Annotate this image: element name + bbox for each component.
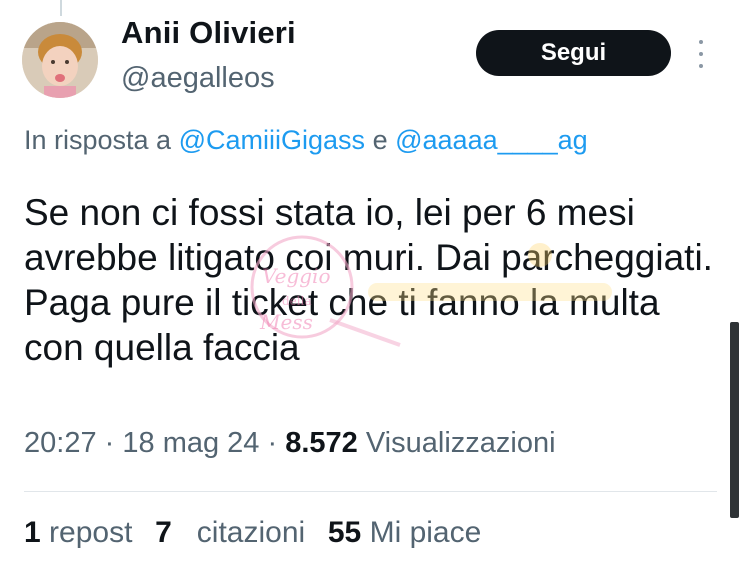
quotes-count: 7 (155, 516, 172, 549)
reposts-count: 1 (24, 516, 41, 549)
engagement-stats: 1 repost 7 citazioni 55 Mi piace (24, 516, 487, 550)
follow-button[interactable]: Segui (476, 30, 671, 76)
divider (24, 491, 717, 492)
reply-mention-2[interactable]: @aaaaa____ag (395, 125, 588, 155)
thread-connector-line (60, 0, 62, 16)
views-count: 8.572 (285, 427, 358, 459)
author-name[interactable]: Anii Olivieri (121, 15, 296, 51)
more-options-icon[interactable] (690, 36, 712, 72)
likes-count: 55 (327, 516, 362, 549)
tweet-date[interactable]: 18 mag 24 (122, 427, 259, 459)
tweet-text: Se non ci fossi stata io, lei per 6 mesi… (24, 192, 713, 368)
reposts-stat[interactable]: 1 repost (24, 516, 132, 549)
dot (699, 52, 703, 56)
scrollbar[interactable] (730, 322, 739, 518)
views-label: Visualizzazioni (365, 427, 556, 459)
reposts-label: repost (49, 516, 133, 549)
separator: · (104, 427, 115, 459)
tweet-meta: 20:27 · 18 mag 24 · 8.572 Visualizzazion… (24, 427, 556, 460)
author-handle[interactable]: @aegalleos (121, 62, 275, 95)
quotes-stat[interactable]: 7 citazioni (155, 516, 305, 549)
reply-mention-1[interactable]: @CamiiiGigass (179, 125, 365, 155)
dot (699, 64, 703, 68)
dot (699, 40, 703, 44)
separator: · (267, 427, 278, 459)
avatar-image (22, 22, 98, 98)
avatar[interactable] (22, 22, 98, 98)
likes-stat[interactable]: 55 Mi piace (328, 516, 481, 549)
quotes-label: citazioni (196, 516, 306, 549)
likes-label: Mi piace (369, 516, 482, 549)
tweet-time[interactable]: 20:27 (24, 427, 97, 459)
reply-conjunction: e (372, 125, 388, 155)
reply-prefix: In risposta a (24, 125, 172, 155)
reply-context: In risposta a @CamiiiGigass e @aaaaa____… (24, 125, 588, 156)
